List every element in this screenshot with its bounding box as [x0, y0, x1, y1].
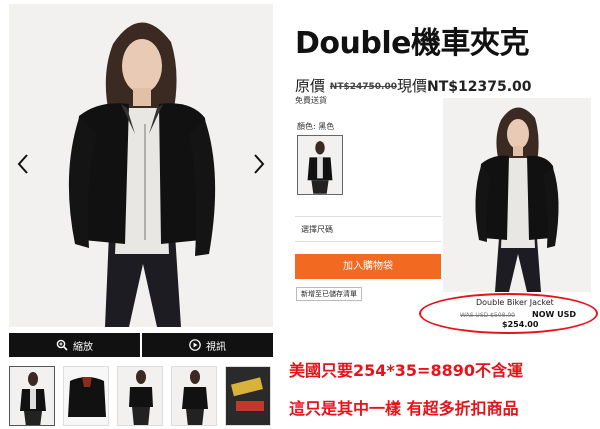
thumbnail-2[interactable] [63, 366, 109, 426]
video-button[interactable]: 視訊 [142, 333, 273, 357]
thumbnail-4[interactable] [171, 366, 217, 426]
chevron-left-icon [17, 154, 28, 174]
original-price: NT$24750.00 [329, 82, 397, 92]
previous-image-button[interactable] [15, 152, 31, 176]
color-label: 顏色: 黑色 [297, 122, 335, 131]
thumbnail-1[interactable] [9, 366, 55, 426]
free-shipping-note: 免費送貨 [295, 96, 327, 105]
thumbnail-3[interactable] [117, 366, 163, 426]
price-row: 原價 NT$24750.00現價NT$12375.00 [295, 75, 532, 96]
next-image-button[interactable] [251, 152, 267, 176]
add-to-bag-button[interactable]: 加入購物袋 [295, 254, 441, 279]
product-title: Double機車夾克 [295, 26, 529, 61]
annotation-line-2: 這只是其中一樣 有超多折扣商品 [289, 399, 519, 418]
original-price-label: 原價 [295, 77, 326, 95]
annotation-line-1: 美國只要254*35=8890不含運 [289, 361, 523, 380]
size-select[interactable]: 選擇尺碼 [295, 216, 441, 242]
thumbnail-5[interactable] [225, 366, 271, 426]
thumbnail-strip [9, 366, 273, 426]
current-price: NT$12375.00 [427, 79, 532, 95]
zoom-icon [56, 339, 68, 351]
play-icon [189, 339, 201, 351]
us-product-image [443, 98, 591, 292]
current-price-label: 現價 [397, 77, 428, 95]
highlight-oval [419, 293, 598, 334]
zoom-button[interactable]: 縮放 [9, 333, 140, 357]
model-photo [9, 4, 273, 327]
zoom-label: 縮放 [73, 341, 93, 353]
color-swatch-black[interactable] [297, 135, 343, 195]
add-to-wishlist-button[interactable]: 新增至已儲存清單 [296, 287, 362, 301]
main-product-image[interactable] [9, 4, 273, 327]
chevron-right-icon [254, 154, 265, 174]
media-controls: 縮放 視訊 [9, 333, 273, 357]
video-label: 視訊 [206, 341, 226, 353]
